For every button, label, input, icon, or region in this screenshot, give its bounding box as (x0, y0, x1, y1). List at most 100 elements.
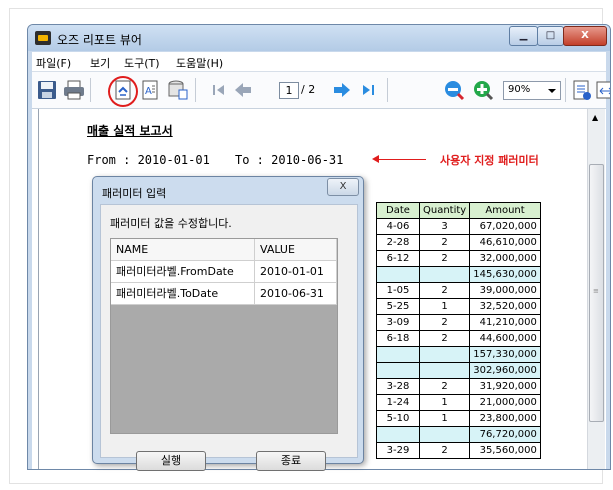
print-icon[interactable] (63, 79, 85, 101)
date-cell (376, 346, 420, 363)
date-cell (376, 266, 420, 283)
amount-cell: 41,210,000 (469, 314, 541, 331)
dialog-message: 패러미터 값을 수정합니다. (110, 217, 232, 230)
menu-help[interactable]: 도움말(H) (176, 55, 223, 71)
run-button[interactable]: 실행 (136, 451, 206, 471)
table-row: 6-12 2 32,000,000 (376, 250, 541, 267)
page-edge (38, 109, 39, 469)
close-dialog-button[interactable]: 종료 (256, 451, 326, 471)
quantity-cell: 2 (418, 282, 471, 299)
grid-header-name: NAME (111, 239, 255, 261)
table-row: 5-10 1 23,800,000 (376, 410, 541, 427)
column-header: Date (376, 202, 420, 219)
date-cell: 1-05 (376, 282, 420, 299)
page-total: / 2 (301, 83, 316, 96)
table-row: 157,330,000 (376, 346, 541, 363)
first-page-icon[interactable] (208, 79, 230, 101)
menu-tools[interactable]: 도구(T) (124, 55, 160, 71)
amount-cell: 35,560,000 (469, 442, 541, 459)
amount-cell: 32,000,000 (469, 250, 541, 267)
menu-bar: 파일(F) 보기 도구(T) 도움말(H) (32, 52, 606, 72)
svg-text:A: A (145, 86, 152, 97)
param-value-cell[interactable]: 2010-06-31 (255, 283, 337, 305)
export-icon[interactable]: A (139, 79, 161, 101)
next-page-icon[interactable] (331, 79, 353, 101)
dialog-title: 패러미터 입력 (102, 187, 167, 200)
close-button[interactable]: X (563, 26, 607, 46)
dialog-body: 패러미터 값을 수정합니다. NAME VALUE 패러미터라벨.FromDat… (100, 204, 358, 471)
table-row: 1-05 2 39,000,000 (376, 282, 541, 299)
parameter-input-icon[interactable] (112, 79, 134, 101)
quantity-cell (418, 426, 471, 443)
minimize-button[interactable]: ▁ (509, 26, 538, 46)
report-table: Date Quantity Amount 4-06 3 67,020,000 2-28… (376, 202, 541, 459)
date-cell: 3-28 (376, 378, 420, 395)
quantity-cell: 2 (418, 234, 471, 251)
param-name-cell: 패러미터라벨.FromDate (111, 261, 255, 283)
toolbar: A 1 / 2 90% (32, 72, 610, 109)
table-header-row: Date Quantity Amount (376, 202, 541, 219)
quantity-cell: 2 (418, 378, 471, 395)
toolbar-separator (565, 78, 566, 102)
parameter-grid: NAME VALUE 패러미터라벨.FromDate 2010-01-01 패러… (110, 238, 338, 434)
fit-width-icon[interactable] (595, 79, 611, 101)
param-value-cell[interactable]: 2010-01-01 (255, 261, 337, 283)
table-row: 2-28 2 46,610,000 (376, 234, 541, 251)
zoom-out-icon[interactable] (443, 79, 465, 101)
maximize-button[interactable]: □ (537, 26, 564, 46)
zoom-in-icon[interactable] (472, 79, 494, 101)
vertical-scrollbar[interactable]: ▲ ≡ (587, 109, 605, 469)
table-row: 3-28 2 31,920,000 (376, 378, 541, 395)
amount-cell: 31,920,000 (469, 378, 541, 395)
column-header: Amount (469, 202, 541, 219)
app-icon (35, 31, 51, 45)
page-number-input[interactable]: 1 (279, 82, 299, 99)
parameter-dialog: 패러미터 입력 X 패러미터 값을 수정합니다. NAME VALUE 패러미터… (92, 176, 364, 471)
db-icon[interactable] (166, 79, 188, 101)
amount-cell: 21,000,000 (469, 394, 541, 411)
amount-cell: 76,720,000 (469, 426, 541, 443)
amount-cell: 44,600,000 (469, 330, 541, 347)
table-row: 302,960,000 (376, 362, 541, 379)
date-cell (376, 426, 420, 443)
table-row: 145,630,000 (376, 266, 541, 283)
title-bar[interactable]: 오즈 리포트 뷰어 ▁ □ X (28, 25, 610, 51)
window-title: 오즈 리포트 뷰어 (57, 33, 142, 47)
menu-file[interactable]: 파일(F) (36, 55, 71, 71)
amount-cell: 46,610,000 (469, 234, 541, 251)
prev-page-icon[interactable] (232, 79, 254, 101)
date-cell: 2-28 (376, 234, 420, 251)
param-name-cell: 패러미터라벨.ToDate (111, 283, 255, 305)
toolbar-separator (90, 78, 91, 102)
options-icon[interactable] (571, 79, 593, 101)
amount-cell: 157,330,000 (469, 346, 541, 363)
table-row: 3-09 2 41,210,000 (376, 314, 541, 331)
date-cell (376, 362, 420, 379)
date-cell: 4-06 (376, 218, 420, 235)
zoom-select[interactable]: 90% (503, 81, 561, 100)
zoom-value: 90% (508, 84, 531, 95)
menu-view[interactable]: 보기 (90, 55, 110, 71)
annotation-arrow (376, 159, 426, 160)
grid-header-value: VALUE (255, 239, 337, 261)
scroll-up-icon[interactable]: ▲ (592, 113, 598, 122)
dialog-close-button[interactable]: X (327, 178, 359, 196)
quantity-cell (418, 362, 471, 379)
report-title: 매출 실적 보고서 (87, 124, 173, 138)
quantity-cell: 1 (418, 298, 471, 315)
amount-cell: 145,630,000 (469, 266, 541, 283)
quantity-cell (418, 346, 471, 363)
last-page-icon[interactable] (357, 79, 379, 101)
quantity-cell: 1 (418, 410, 471, 427)
quantity-cell: 2 (418, 330, 471, 347)
table-row: 1-24 1 21,000,000 (376, 394, 541, 411)
date-cell: 3-29 (376, 442, 420, 459)
amount-cell: 23,800,000 (469, 410, 541, 427)
amount-cell: 302,960,000 (469, 362, 541, 379)
chevron-down-icon (548, 89, 556, 93)
save-icon[interactable] (36, 79, 58, 101)
date-cell: 6-18 (376, 330, 420, 347)
toolbar-separator (195, 78, 196, 102)
table-row: 6-18 2 44,600,000 (376, 330, 541, 347)
date-cell: 5-25 (376, 298, 420, 315)
